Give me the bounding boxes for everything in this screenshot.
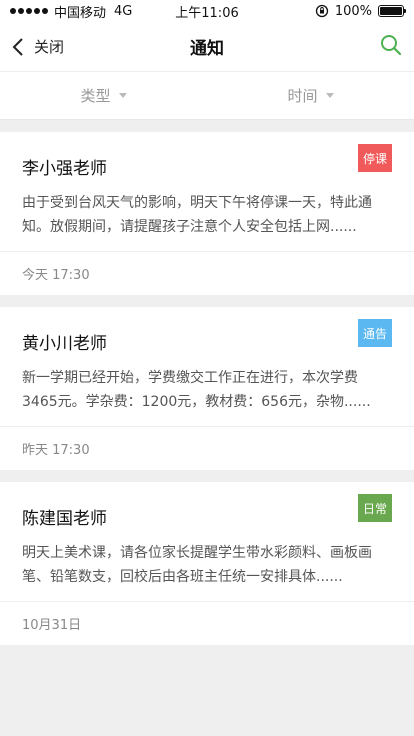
notice-card[interactable]: 通告 黄小川老师 新一学期已经开始，学费缴交工作正在进行，本次学费3465元。学… [0,307,414,470]
search-button[interactable] [380,34,402,60]
carrier-label: 中国移动 [54,5,107,21]
filter-type[interactable]: 类型 [0,85,207,106]
signal-icon [10,8,48,14]
battery-icon [378,5,406,17]
notice-content: 由于受到台风天气的影响，明天下午将停课一天，特此通知。放假期间，请提醒孩子注意个… [22,195,372,235]
clock: 上午11:06 [175,5,239,21]
category-tag: 日常 [358,494,392,522]
category-tag: 通告 [358,319,392,347]
notice-content: 新一学期已经开始，学费缴交工作正在进行，本次学费3465元。学杂费：1200元，… [22,370,371,410]
network-label: 4G [114,3,133,19]
close-button[interactable]: 关闭 [12,36,64,57]
notice-time: 昨天 17:30 [22,443,90,458]
status-bar: 中国移动 4G 上午11:06 100% [0,0,414,22]
teacher-name: 黄小川老师 [22,334,107,354]
filter-type-label: 类型 [80,87,111,105]
battery-percent: 100% [334,3,372,19]
teacher-name: 陈建国老师 [22,509,107,529]
filter-time-label: 时间 [287,87,318,105]
chevron-left-icon [12,37,23,56]
notice-card[interactable]: 日常 陈建国老师 明天上美术课，请各位家长提醒学生带水彩颜料、画板画笔、铅笔数支… [0,482,414,645]
caret-down-icon [118,93,127,98]
notice-list: 停课 李小强老师 由于受到台风天气的影响，明天下午将停课一天，特此通知。放假期间… [0,120,414,645]
filter-bar: 类型 时间 [0,72,414,120]
notice-time: 10月31日 [22,618,82,633]
close-label: 关闭 [34,38,65,56]
category-tag: 停课 [358,144,392,172]
search-icon [381,34,402,55]
page-title: 通知 [190,39,224,59]
notice-content: 明天上美术课，请各位家长提醒学生带水彩颜料、画板画笔、铅笔数支，回校后由各班主任… [22,545,372,585]
notice-card[interactable]: 停课 李小强老师 由于受到台风天气的影响，明天下午将停课一天，特此通知。放假期间… [0,132,414,295]
caret-down-icon [325,93,334,98]
filter-time[interactable]: 时间 [207,85,414,106]
rotation-lock-icon [315,4,328,18]
navigation-bar: 关闭 通知 [0,22,414,72]
notice-time: 今天 17:30 [22,268,90,283]
teacher-name: 李小强老师 [22,159,107,179]
